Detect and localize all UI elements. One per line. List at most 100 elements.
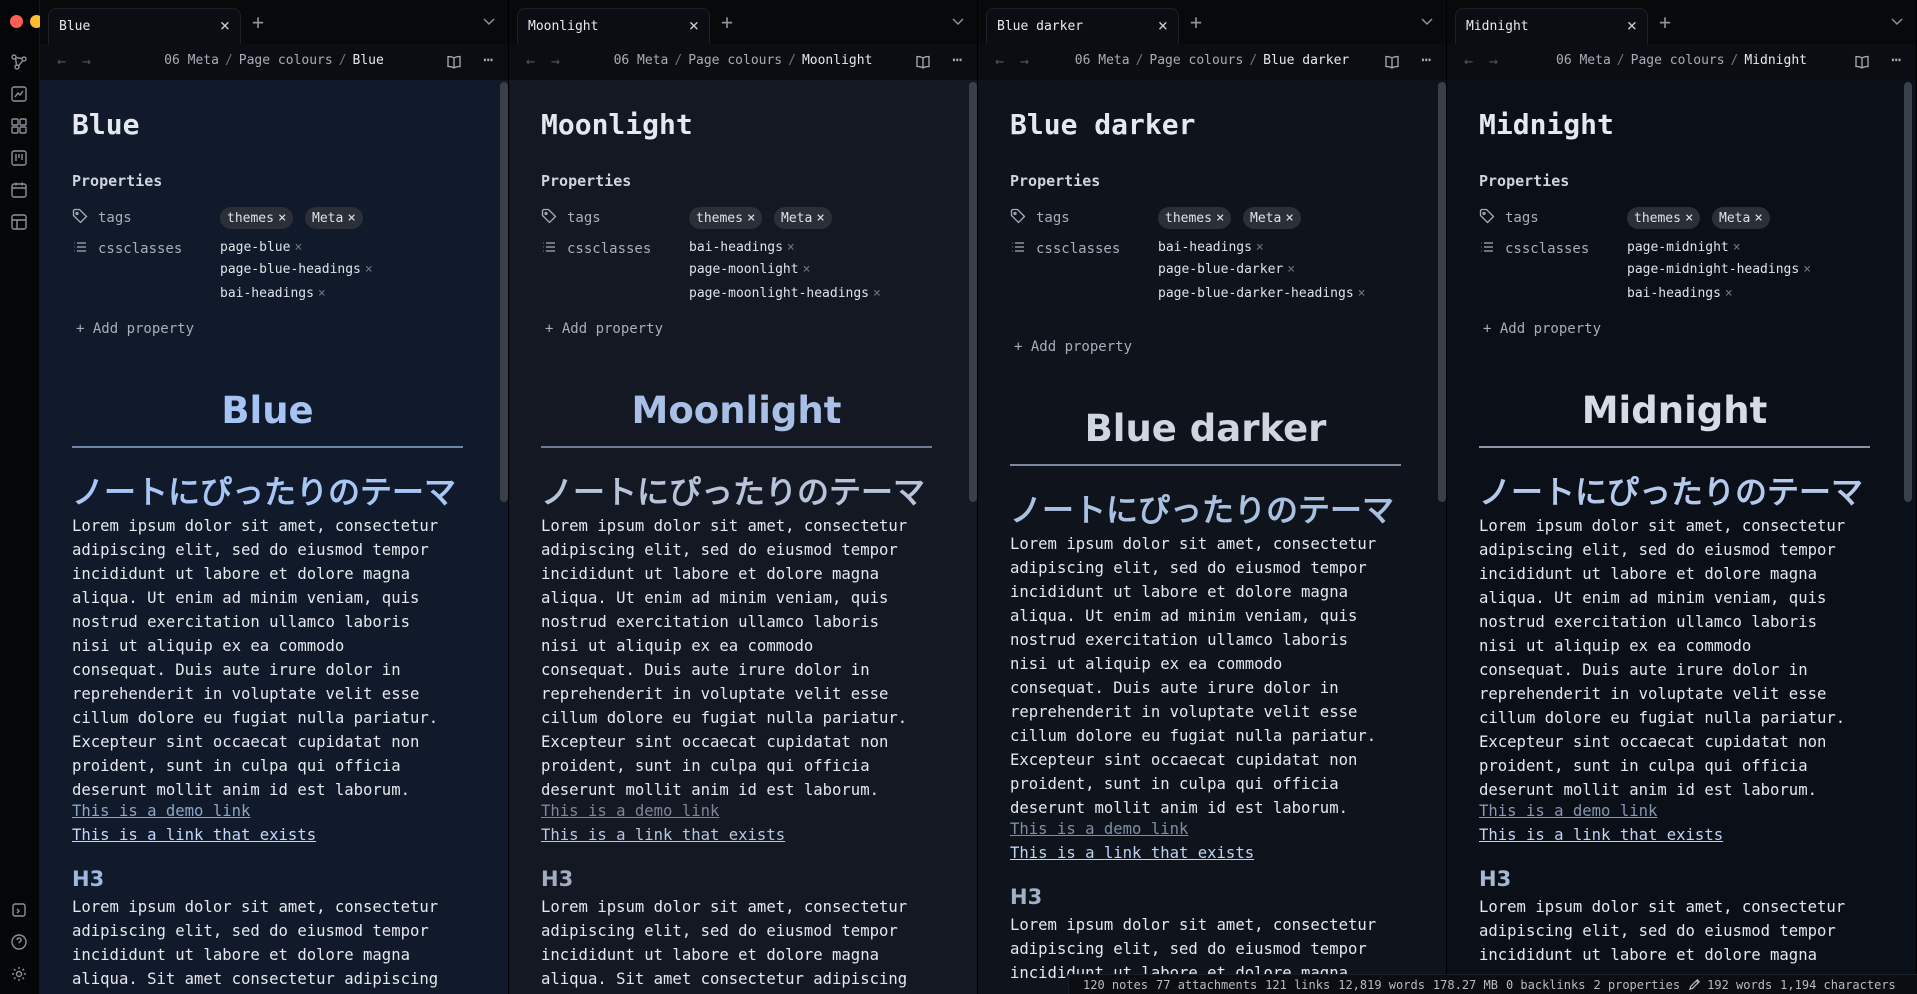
cssclass-item[interactable]: page-blue ×: [220, 240, 302, 255]
property-key-cssclasses[interactable]: cssclasses: [1479, 239, 1619, 259]
cssclass-item[interactable]: bai-headings ×: [220, 286, 326, 301]
breadcrumb-current[interactable]: Moonlight: [802, 53, 872, 68]
help-icon[interactable]: [10, 933, 28, 951]
inline-title[interactable]: Blue: [72, 108, 139, 141]
chevron-down-icon[interactable]: [1418, 12, 1436, 30]
remove-class-icon[interactable]: ×: [1256, 240, 1264, 255]
scrollbar[interactable]: [1438, 82, 1446, 502]
close-icon[interactable]: ×: [1627, 18, 1637, 35]
remove-class-icon[interactable]: ×: [294, 240, 302, 255]
chevron-down-icon[interactable]: [1888, 12, 1906, 30]
property-key-tags[interactable]: tags: [541, 208, 681, 228]
cssclass-item[interactable]: page-moonlight ×: [689, 262, 810, 277]
demo-link[interactable]: This is a demo link: [1010, 820, 1188, 838]
breadcrumb-folder[interactable]: 06 Meta: [1556, 53, 1611, 68]
more-options-icon[interactable]: ⋯: [483, 50, 494, 69]
tag-pill[interactable]: Meta ×: [1243, 207, 1301, 229]
tag-pill[interactable]: Meta ×: [305, 207, 363, 229]
remove-tag-icon[interactable]: ×: [1754, 210, 1762, 226]
existing-link[interactable]: This is a link that exists: [72, 826, 316, 844]
tab-2[interactable]: Moonlight ×: [517, 8, 710, 44]
property-key-cssclasses[interactable]: cssclasses: [1010, 239, 1150, 259]
property-key-cssclasses[interactable]: cssclasses: [72, 239, 212, 259]
property-key-tags[interactable]: tags: [72, 208, 212, 228]
breadcrumb-current[interactable]: Blue: [353, 53, 384, 68]
status-backlinks[interactable]: 0 backlinks: [1506, 978, 1585, 992]
pencil-icon[interactable]: [1688, 978, 1701, 991]
cssclass-item[interactable]: page-blue-headings ×: [220, 262, 373, 277]
close-icon[interactable]: ×: [220, 18, 230, 35]
reading-view-icon[interactable]: [446, 54, 462, 70]
breadcrumb-current[interactable]: Midnight: [1744, 53, 1807, 68]
add-property-button[interactable]: + Add property: [76, 321, 194, 337]
remove-tag-icon[interactable]: ×: [1216, 210, 1224, 226]
vault-icon[interactable]: [10, 901, 28, 919]
remove-class-icon[interactable]: ×: [803, 262, 811, 277]
remove-class-icon[interactable]: ×: [1725, 286, 1733, 301]
chevron-down-icon[interactable]: [949, 12, 967, 30]
templates-icon[interactable]: [10, 213, 28, 231]
more-options-icon[interactable]: ⋯: [1891, 50, 1902, 69]
cssclass-item[interactable]: page-midnight ×: [1627, 240, 1741, 255]
tag-pill[interactable]: themes ×: [1158, 207, 1232, 229]
plugins-icon[interactable]: [10, 117, 28, 135]
property-key-tags[interactable]: tags: [1479, 208, 1619, 228]
tag-pill[interactable]: themes ×: [1627, 207, 1701, 229]
add-property-button[interactable]: + Add property: [1014, 339, 1132, 355]
inline-title[interactable]: Moonlight: [541, 108, 693, 141]
breadcrumb-folder[interactable]: 06 Meta: [614, 53, 669, 68]
breadcrumb-folder[interactable]: 06 Meta: [164, 53, 219, 68]
property-key-cssclasses[interactable]: cssclasses: [541, 239, 681, 259]
tag-pill[interactable]: Meta ×: [774, 207, 832, 229]
tab-3[interactable]: Blue darker ×: [986, 8, 1179, 44]
remove-tag-icon[interactable]: ×: [1685, 210, 1693, 226]
remove-class-icon[interactable]: ×: [787, 240, 795, 255]
remove-class-icon[interactable]: ×: [365, 262, 373, 277]
remove-class-icon[interactable]: ×: [1803, 262, 1811, 277]
cssclass-item[interactable]: page-blue-darker ×: [1158, 262, 1295, 277]
properties-heading[interactable]: Properties: [72, 172, 162, 190]
plus-icon[interactable]: +: [1190, 10, 1202, 34]
reading-view-icon[interactable]: [915, 54, 931, 70]
note-content[interactable]: Blue Properties tags themes × Meta × csscl…: [40, 80, 508, 994]
existing-link[interactable]: This is a link that exists: [541, 826, 785, 844]
breadcrumb-subfolder[interactable]: Page colours: [239, 53, 333, 68]
tag-pill[interactable]: themes ×: [689, 207, 763, 229]
scrollbar[interactable]: [969, 82, 977, 502]
canvas-icon[interactable]: [10, 85, 28, 103]
demo-link[interactable]: This is a demo link: [1479, 802, 1657, 820]
remove-class-icon[interactable]: ×: [1287, 262, 1295, 277]
tag-pill[interactable]: Meta ×: [1712, 207, 1770, 229]
cssclass-item[interactable]: bai-headings ×: [689, 240, 795, 255]
graph-icon[interactable]: [10, 53, 28, 71]
inline-title[interactable]: Blue darker: [1010, 108, 1195, 141]
tab-1[interactable]: Blue ×: [48, 8, 241, 44]
note-content[interactable]: Midnight Properties tags themes × Meta × c…: [1447, 80, 1916, 994]
properties-heading[interactable]: Properties: [541, 172, 631, 190]
scrollbar[interactable]: [1904, 82, 1912, 502]
demo-link[interactable]: This is a demo link: [541, 802, 719, 820]
calendar-icon[interactable]: [10, 181, 28, 199]
remove-tag-icon[interactable]: ×: [278, 210, 286, 226]
remove-class-icon[interactable]: ×: [1733, 240, 1741, 255]
cssclass-item[interactable]: page-moonlight-headings ×: [689, 286, 881, 301]
remove-class-icon[interactable]: ×: [873, 286, 881, 301]
more-options-icon[interactable]: ⋯: [1421, 50, 1432, 69]
note-content[interactable]: Moonlight Properties tags themes × Meta × …: [509, 80, 977, 994]
breadcrumb-current[interactable]: Blue darker: [1263, 53, 1349, 68]
breadcrumb-subfolder[interactable]: Page colours: [1149, 53, 1243, 68]
properties-heading[interactable]: Properties: [1479, 172, 1569, 190]
breadcrumb-folder[interactable]: 06 Meta: [1075, 53, 1130, 68]
property-key-tags[interactable]: tags: [1010, 208, 1150, 228]
remove-tag-icon[interactable]: ×: [347, 210, 355, 226]
cssclass-item[interactable]: page-midnight-headings ×: [1627, 262, 1811, 277]
close-window-button[interactable]: [10, 15, 23, 28]
remove-class-icon[interactable]: ×: [318, 286, 326, 301]
add-property-button[interactable]: + Add property: [545, 321, 663, 337]
note-content[interactable]: Blue darker Properties tags themes × Meta…: [978, 80, 1446, 994]
close-icon[interactable]: ×: [689, 18, 699, 35]
inline-title[interactable]: Midnight: [1479, 108, 1614, 141]
remove-class-icon[interactable]: ×: [1358, 286, 1366, 301]
existing-link[interactable]: This is a link that exists: [1479, 826, 1723, 844]
close-icon[interactable]: ×: [1158, 18, 1168, 35]
